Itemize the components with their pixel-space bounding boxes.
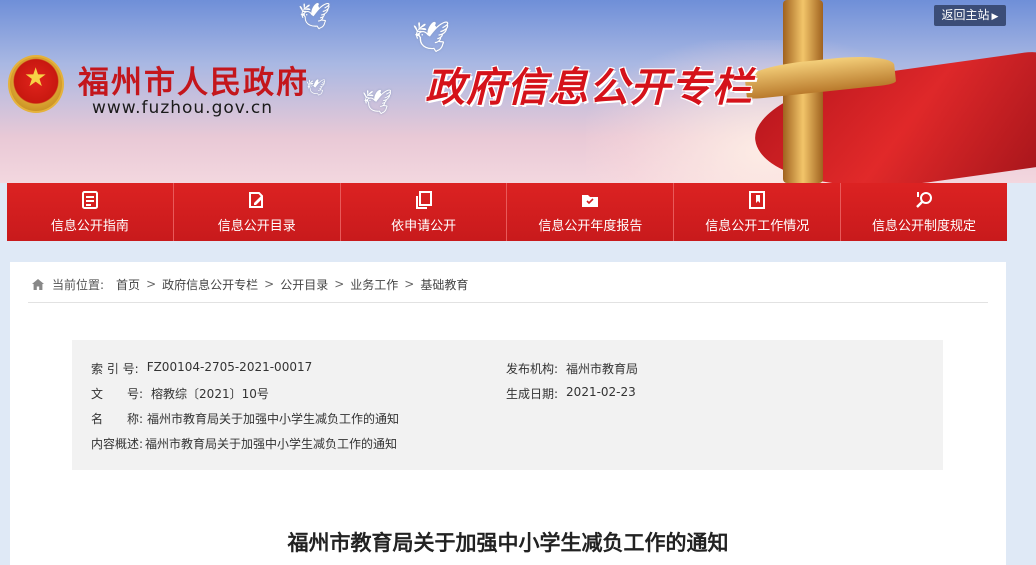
triangle-right-icon: ▶ <box>991 12 999 22</box>
breadcrumb-home[interactable]: 首页 <box>116 276 140 293</box>
meta-label: 发布机构: <box>506 362 559 376</box>
meta-value: 福州市教育局关于加强中小学生减负工作的通知 <box>145 437 398 451</box>
nav-label: 信息公开年度报告 <box>538 218 643 234</box>
header-banner: 🕊 🕊 🕊 🕊 ★ 福州市人民政府 www.fuzhou.gov.cn 政府信息… <box>0 0 1036 183</box>
dove-icon: 🕊 <box>412 20 451 55</box>
meta-docno: 文 号: 榕教综〔2021〕10号 <box>91 385 269 402</box>
breadcrumb-prefix: 当前位置: <box>52 277 105 292</box>
nav-item-regulations[interactable]: 信息公开制度规定 <box>841 183 1007 241</box>
meta-date: 生成日期: 2021-02-23 <box>506 385 636 402</box>
breadcrumb-gov-info-column[interactable]: 政府信息公开专栏 <box>162 276 258 293</box>
breadcrumb-business-work[interactable]: 业务工作 <box>350 276 398 293</box>
dove-icon: 🕊 <box>298 2 332 32</box>
nav-label: 信息公开工作情况 <box>705 218 810 234</box>
nav-item-apply[interactable]: 依申请公开 <box>340 183 508 241</box>
breadcrumb-separator: > <box>404 277 415 291</box>
meta-label: 生成日期: <box>506 387 559 401</box>
breadcrumb-separator: > <box>334 277 345 291</box>
meta-label: 内容概述: <box>91 437 144 451</box>
nav-item-annual-report[interactable]: 信息公开年度报告 <box>507 183 675 241</box>
nav-label: 依申请公开 <box>391 218 457 234</box>
star-icon: ★ <box>24 63 48 93</box>
banner-title: 政府信息公开专栏 <box>425 65 753 111</box>
file-flag-icon <box>748 190 766 209</box>
nav-label: 信息公开制度规定 <box>872 218 977 234</box>
divider <box>28 302 988 303</box>
edit-document-icon <box>248 191 266 209</box>
meta-index: 索 引 号: FZ00104-2705-2021-00017 <box>91 360 312 377</box>
meta-value: FZ00104-2705-2021-00017 <box>146 360 313 374</box>
meta-value: 福州市教育局关于加强中小学生减负工作的通知 <box>147 412 400 426</box>
meta-publisher: 发布机构: 福州市教育局 <box>506 360 638 377</box>
breadcrumb-separator: > <box>146 277 157 291</box>
content-panel: 当前位置: 首页 > 政府信息公开专栏 > 公开目录 > 业务工作 > 基础教育… <box>10 262 1006 565</box>
meta-name: 名 称: 福州市教育局关于加强中小学生减负工作的通知 <box>91 410 399 427</box>
nav-item-catalog[interactable]: 信息公开目录 <box>173 183 341 241</box>
nav-item-work-status[interactable]: 信息公开工作情况 <box>674 183 842 241</box>
meta-value: 2021-02-23 <box>566 385 636 399</box>
breadcrumb-catalog[interactable]: 公开目录 <box>280 276 328 293</box>
home-icon <box>32 278 44 290</box>
nav-label: 信息公开目录 <box>217 218 296 234</box>
meta-label: 文 号: <box>91 387 144 401</box>
site-name[interactable]: 福州市人民政府 <box>78 57 309 102</box>
meta-value: 榕教综〔2021〕10号 <box>151 387 269 401</box>
return-label: 返回主站 <box>941 8 990 22</box>
main-nav: 信息公开指南 信息公开目录 依申请公开 信息公开年度报告 信息公开工作情况 信息… <box>7 183 1007 241</box>
breadcrumb-basic-education[interactable]: 基础教育 <box>420 276 468 293</box>
search-key-icon <box>915 191 933 209</box>
dove-icon: 🕊 <box>362 88 393 116</box>
folder-icon <box>581 191 599 209</box>
meta-summary: 内容概述: 福州市教育局关于加强中小学生减负工作的通知 <box>91 435 397 452</box>
copy-document-icon <box>415 190 433 209</box>
nav-label: 信息公开指南 <box>50 218 129 234</box>
site-url: www.fuzhou.gov.cn <box>92 98 274 118</box>
national-emblem-icon: ★ <box>8 55 64 113</box>
meta-label: 索 引 号: <box>91 362 139 376</box>
document-list-icon <box>81 190 99 209</box>
return-main-site-button[interactable]: 返回主站 ▶ <box>934 5 1006 26</box>
document-metadata: 索 引 号: FZ00104-2705-2021-00017 发布机构: 福州市… <box>72 340 943 470</box>
meta-label: 名 称: <box>91 412 144 426</box>
breadcrumb-separator: > <box>264 277 275 291</box>
dove-icon: 🕊 <box>306 78 327 97</box>
meta-value: 福州市教育局 <box>566 362 639 376</box>
breadcrumb: 当前位置: 首页 > 政府信息公开专栏 > 公开目录 > 业务工作 > 基础教育 <box>32 274 468 294</box>
document-title: 福州市教育局关于加强中小学生减负工作的通知 <box>287 531 729 555</box>
nav-item-guide[interactable]: 信息公开指南 <box>7 183 174 241</box>
